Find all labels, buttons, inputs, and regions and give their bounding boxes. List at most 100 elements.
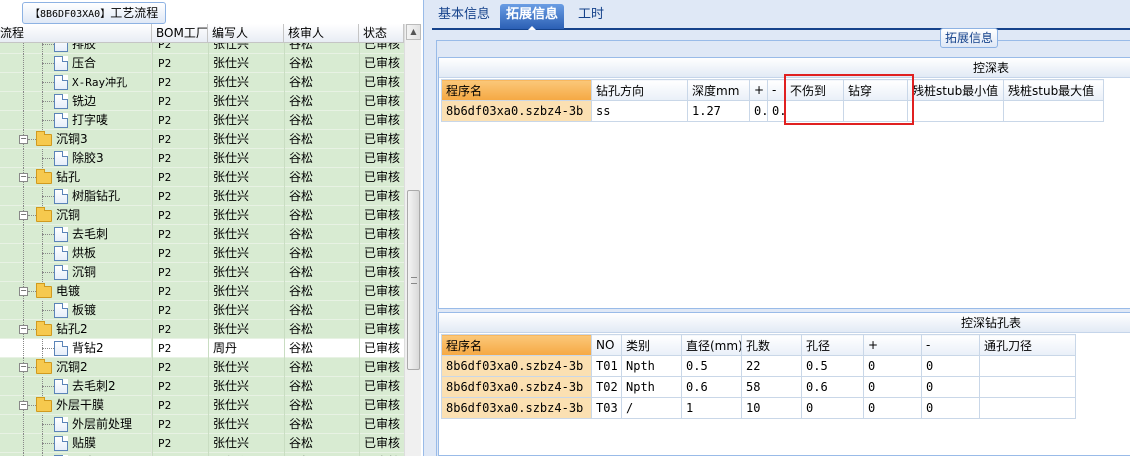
depth-table-header-cell[interactable]: + [749,79,768,101]
collapse-toggle-icon[interactable]: − [19,211,28,220]
tree-node[interactable]: − 沉铜3 [0,130,152,149]
hole-table-row[interactable]: 8b6df03xa0.szbz4-3b T01 Npth 0.5 22 0.5 0 0 [441,355,1076,377]
hole-table-cell[interactable]: / [621,397,682,419]
panel-splitter[interactable] [424,0,432,456]
depth-table-cell[interactable]: 1.27 [687,100,750,122]
tree-row[interactable]: 贴膜 P2 张仕兴 谷松 已审核 [0,434,404,453]
extended-info-button[interactable]: 拓展信息 [940,28,999,48]
depth-table-header-cell[interactable]: 钻孔方向 [591,79,688,101]
tree-row[interactable]: 去毛刺2 P2 张仕兴 谷松 已审核 [0,377,404,396]
collapse-toggle-icon[interactable]: − [19,363,28,372]
depth-table-cell[interactable]: 8b6df03xa0.szbz4-3b [441,100,592,122]
hole-table-cell[interactable]: T02 [591,376,622,398]
hole-table-header-cell[interactable]: NO [591,334,622,356]
hole-table-cell[interactable]: 58 [741,376,802,398]
tree-row[interactable]: 背钻2 P2 周丹 谷松 已审核 [0,339,404,358]
hole-table-header-cell[interactable]: 程序名 [441,334,592,356]
tree-node[interactable]: 压合 [0,54,152,73]
tree-node[interactable]: − 电镀 [0,282,152,301]
hole-table-header-cell[interactable]: + [863,334,922,356]
tree-node[interactable]: 铣边 [0,92,152,111]
hole-table-cell[interactable]: 0 [921,355,980,377]
depth-table-cell[interactable]: ss [591,100,688,122]
tree-node[interactable]: − 钻孔2 [0,320,152,339]
hole-table-cell[interactable]: 0 [863,376,922,398]
tree-node[interactable]: 沉铜 [0,263,152,282]
tree-row[interactable]: − 外层干膜 P2 张仕兴 谷松 已审核 [0,396,404,415]
tree-row[interactable]: 打字唛 P2 张仕兴 谷松 已审核 [0,111,404,130]
tree-node[interactable]: 去毛刺 [0,225,152,244]
hole-table-cell[interactable]: 0.5 [681,355,742,377]
hole-table-header-cell[interactable]: 孔数 [741,334,802,356]
hole-table-cell[interactable]: Npth [621,355,682,377]
tree-node[interactable]: X-Ray冲孔 [0,73,152,92]
hole-table-cell[interactable]: Npth [621,376,682,398]
tree-node[interactable]: 背钻2 [0,339,152,358]
tree-row[interactable]: 树脂钻孔 P2 张仕兴 谷松 已审核 [0,187,404,206]
tree-row[interactable]: 烘板 P2 张仕兴 谷松 已审核 [0,244,404,263]
hole-table-cell[interactable]: 8b6df03xa0.szbz4-3b [441,355,592,377]
depth-table-row[interactable]: 8b6df03xa0.szbz4-3bss1.270...0... [441,100,1104,122]
tree-node[interactable]: 贴膜 [0,434,152,453]
column-header-status[interactable]: 状态 [359,24,404,43]
tree-node[interactable]: − 外层干膜 [0,396,152,415]
tree-node[interactable]: − 钻孔 [0,168,152,187]
hole-table-cell[interactable]: 0 [921,376,980,398]
tree-node[interactable]: 排胶 [0,43,152,54]
tab-labor-hours[interactable]: 工时 [572,4,610,29]
column-header-reviewer[interactable]: 核审人 [284,24,359,43]
hole-table-cell[interactable]: 0 [863,355,922,377]
depth-table-cell[interactable] [907,100,1004,122]
depth-table-cell[interactable] [843,100,908,122]
tree-row[interactable]: 外层前处理 P2 张仕兴 谷松 已审核 [0,415,404,434]
tree-node[interactable]: 去毛刺2 [0,377,152,396]
hole-table-cell[interactable]: 0.5 [801,355,864,377]
scroll-thumb[interactable] [407,190,420,370]
tree-row[interactable]: 压合 P2 张仕兴 谷松 已审核 [0,54,404,73]
hole-table-header-cell[interactable]: - [921,334,980,356]
tree-row[interactable]: − 沉铜2 P2 张仕兴 谷松 已审核 [0,358,404,377]
hole-table-row[interactable]: 8b6df03xa0.szbz4-3b T02 Npth 0.6 58 0.6 0 0 [441,376,1076,398]
depth-table-header-cell[interactable]: 残桩stub最大值 [1003,79,1104,101]
hole-table-cell[interactable]: 0.6 [801,376,864,398]
depth-table-cell[interactable] [1003,100,1104,122]
tree-row[interactable]: − 电镀 P2 张仕兴 谷松 已审核 [0,282,404,301]
tree-row[interactable]: − 钻孔 P2 张仕兴 谷松 已审核 [0,168,404,187]
tree-row[interactable]: 排胶 P2 张仕兴 谷松 已审核 [0,43,404,54]
hole-table-cell[interactable]: 8b6df03xa0.szbz4-3b [441,376,592,398]
depth-table-header-cell[interactable]: 钻穿 [843,79,908,101]
hole-table-cell[interactable]: 0 [801,397,864,419]
hole-table-row[interactable]: 8b6df03xa0.szbz4-3b T03/1 10 0 0 0 [441,397,1076,419]
tab-basic-info[interactable]: 基本信息 [432,4,496,29]
hole-table-cell[interactable] [979,355,1076,377]
tree-node[interactable]: 板镀 [0,301,152,320]
depth-table-header-cell[interactable]: 不伤到 [785,79,844,101]
hole-table-cell[interactable]: T03 [591,397,622,419]
tree-row[interactable]: 板镀 P2 张仕兴 谷松 已审核 [0,301,404,320]
vertical-scrollbar[interactable]: ▲ [404,24,421,456]
tree-node[interactable]: 除胶3 [0,149,152,168]
hole-table-cell[interactable]: 0 [921,397,980,419]
column-header-bom[interactable]: BOM工厂 [152,24,208,43]
depth-table-cell[interactable]: 0... [767,100,786,122]
tree-row[interactable]: 铣边 P2 张仕兴 谷松 已审核 [0,92,404,111]
tree-node[interactable]: 烘板 [0,244,152,263]
depth-table-header-cell[interactable]: - [767,79,786,101]
hole-table-cell[interactable]: 0 [863,397,922,419]
hole-table-cell[interactable] [979,397,1076,419]
collapse-toggle-icon[interactable]: − [19,325,28,334]
hole-table-cell[interactable]: T01 [591,355,622,377]
depth-table-cell[interactable] [785,100,844,122]
hole-table-header-cell[interactable]: 类别 [621,334,682,356]
tree-node[interactable]: − 沉铜 [0,206,152,225]
tree-row[interactable]: − 沉铜 P2 张仕兴 谷松 已审核 [0,206,404,225]
scroll-up-arrow-icon[interactable]: ▲ [406,24,421,40]
tree-row[interactable]: − 钻孔2 P2 张仕兴 谷松 已审核 [0,320,404,339]
hole-table-header-cell[interactable]: 孔径 [801,334,864,356]
tree-node[interactable]: 外层前处理 [0,415,152,434]
hole-table-cell[interactable]: 22 [741,355,802,377]
collapse-toggle-icon[interactable]: − [19,173,28,182]
tab-extended-info[interactable]: 拓展信息 [500,4,565,30]
collapse-toggle-icon[interactable]: − [19,401,28,410]
collapse-toggle-icon[interactable]: − [19,135,28,144]
